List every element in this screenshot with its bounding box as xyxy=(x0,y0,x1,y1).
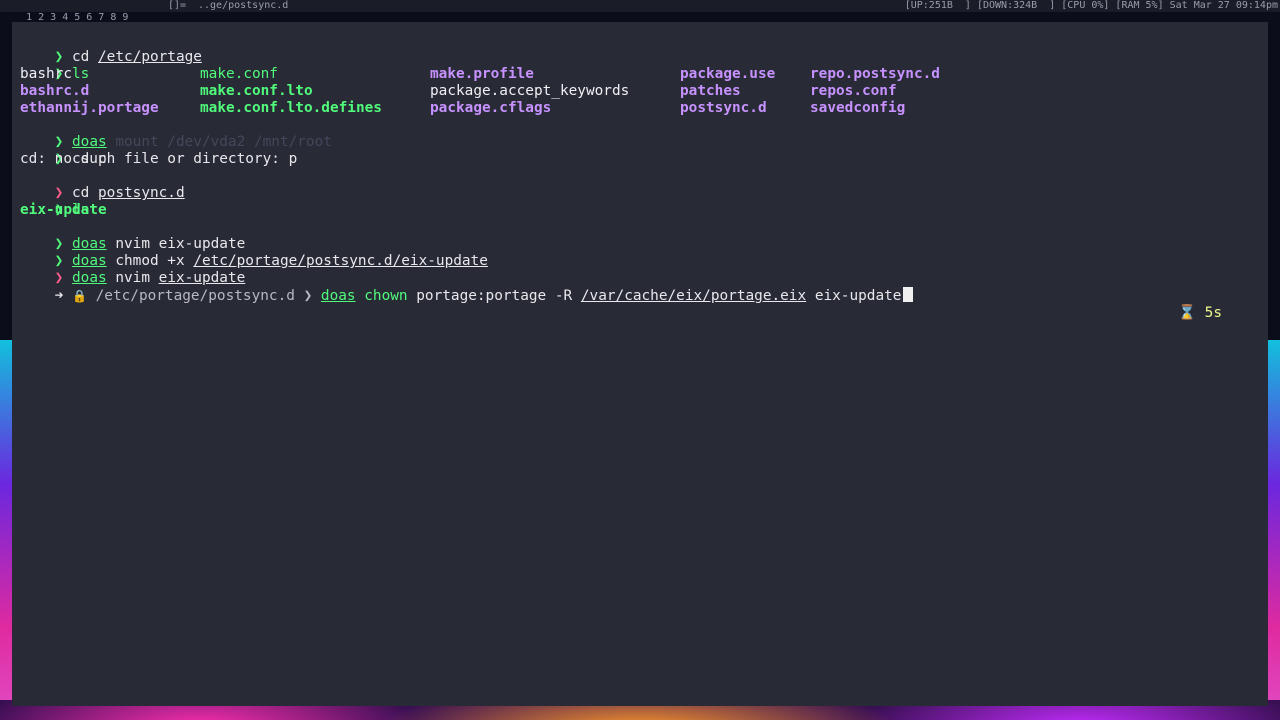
hourglass-icon: ⌛ xyxy=(1178,305,1196,321)
ls-entry: make.conf.lto xyxy=(200,83,313,99)
status-bar: 123456789 []= ..ge/postsync.d [UP:251B ]… xyxy=(0,0,1280,23)
history-line-cd-postsync: ❯ cd postsync.d xyxy=(54,185,185,201)
ls-entry: repo.postsync.d xyxy=(810,66,940,82)
ls-entry: eix-update xyxy=(20,202,107,218)
ls-entry: make.conf xyxy=(200,66,278,82)
ls-entry: repos.conf xyxy=(810,83,897,99)
ls-entry: make.profile xyxy=(430,66,534,82)
history-line-doas-nvim: ❯ doas nvim eix-update xyxy=(54,270,246,286)
ls-entry: patches xyxy=(680,83,741,99)
prompt-chevron-icon: ❯ xyxy=(303,288,313,304)
command-timer: ⌛ 5s xyxy=(1178,305,1222,322)
arrow-icon: ➜ xyxy=(54,288,64,304)
history-line-cd-p: ❯ cd p xyxy=(54,151,107,167)
command-input-args[interactable]: portage:portage -R xyxy=(416,288,572,304)
history-line-ls: ❯ ls xyxy=(54,202,90,218)
history-line-doas-chmod: ❯ doas chmod +x /etc/portage/postsync.d/… xyxy=(54,253,488,269)
current-directory: /etc/portage/postsync.d xyxy=(95,288,295,304)
terminal-window[interactable]: ❯ cd /etc/portage ❯ ls bashrc make.conf … xyxy=(12,22,1268,706)
ls-entry: bashrc.d xyxy=(20,83,90,99)
current-prompt-line[interactable]: ➜ 🔒 /etc/portage/postsync.d ❯ doas chown… xyxy=(20,270,1250,321)
wallpaper-glow-right xyxy=(1268,340,1280,700)
ls-entry: savedconfig xyxy=(810,100,906,116)
ls-entry: bashrc xyxy=(20,66,72,82)
command-input-path[interactable]: /var/cache/eix/portage.eix xyxy=(581,288,806,304)
history-line-doas-nvim: ❯ doas nvim eix-update xyxy=(54,236,246,252)
lock-icon: 🔒 xyxy=(72,289,87,303)
ls-entry: postsync.d xyxy=(680,100,767,116)
ls-entry: package.cflags xyxy=(430,100,552,116)
system-status: [UP:251B ] [DOWN:324B ] [CPU 0%] [RAM 5%… xyxy=(904,0,1278,11)
wallpaper-glow-left xyxy=(0,340,12,700)
ls-entry: package.use xyxy=(680,66,776,82)
ls-entry: ethannij.portage xyxy=(20,100,159,116)
layout-indicator[interactable]: []= xyxy=(168,0,186,12)
ls-entry: make.conf.lto.defines xyxy=(200,100,382,116)
history-line-cd-portage: ❯ cd /etc/portage xyxy=(54,49,202,65)
command-input-cmd[interactable]: doas xyxy=(321,288,356,304)
history-line-ls: ❯ ls xyxy=(54,66,90,82)
ls-entry: package.accept_keywords xyxy=(430,83,630,99)
elapsed-time: 5s xyxy=(1204,305,1222,321)
history-line-doas-mount: ❯ doas mount /dev/vda2 /mnt/root xyxy=(54,134,332,150)
command-input-target[interactable]: eix-update xyxy=(815,288,902,304)
text-cursor xyxy=(903,287,914,302)
command-input-subcmd[interactable]: chown xyxy=(364,288,407,304)
window-title: ..ge/postsync.d xyxy=(198,0,289,11)
error-output: cd: no such file or directory: p xyxy=(20,151,298,167)
